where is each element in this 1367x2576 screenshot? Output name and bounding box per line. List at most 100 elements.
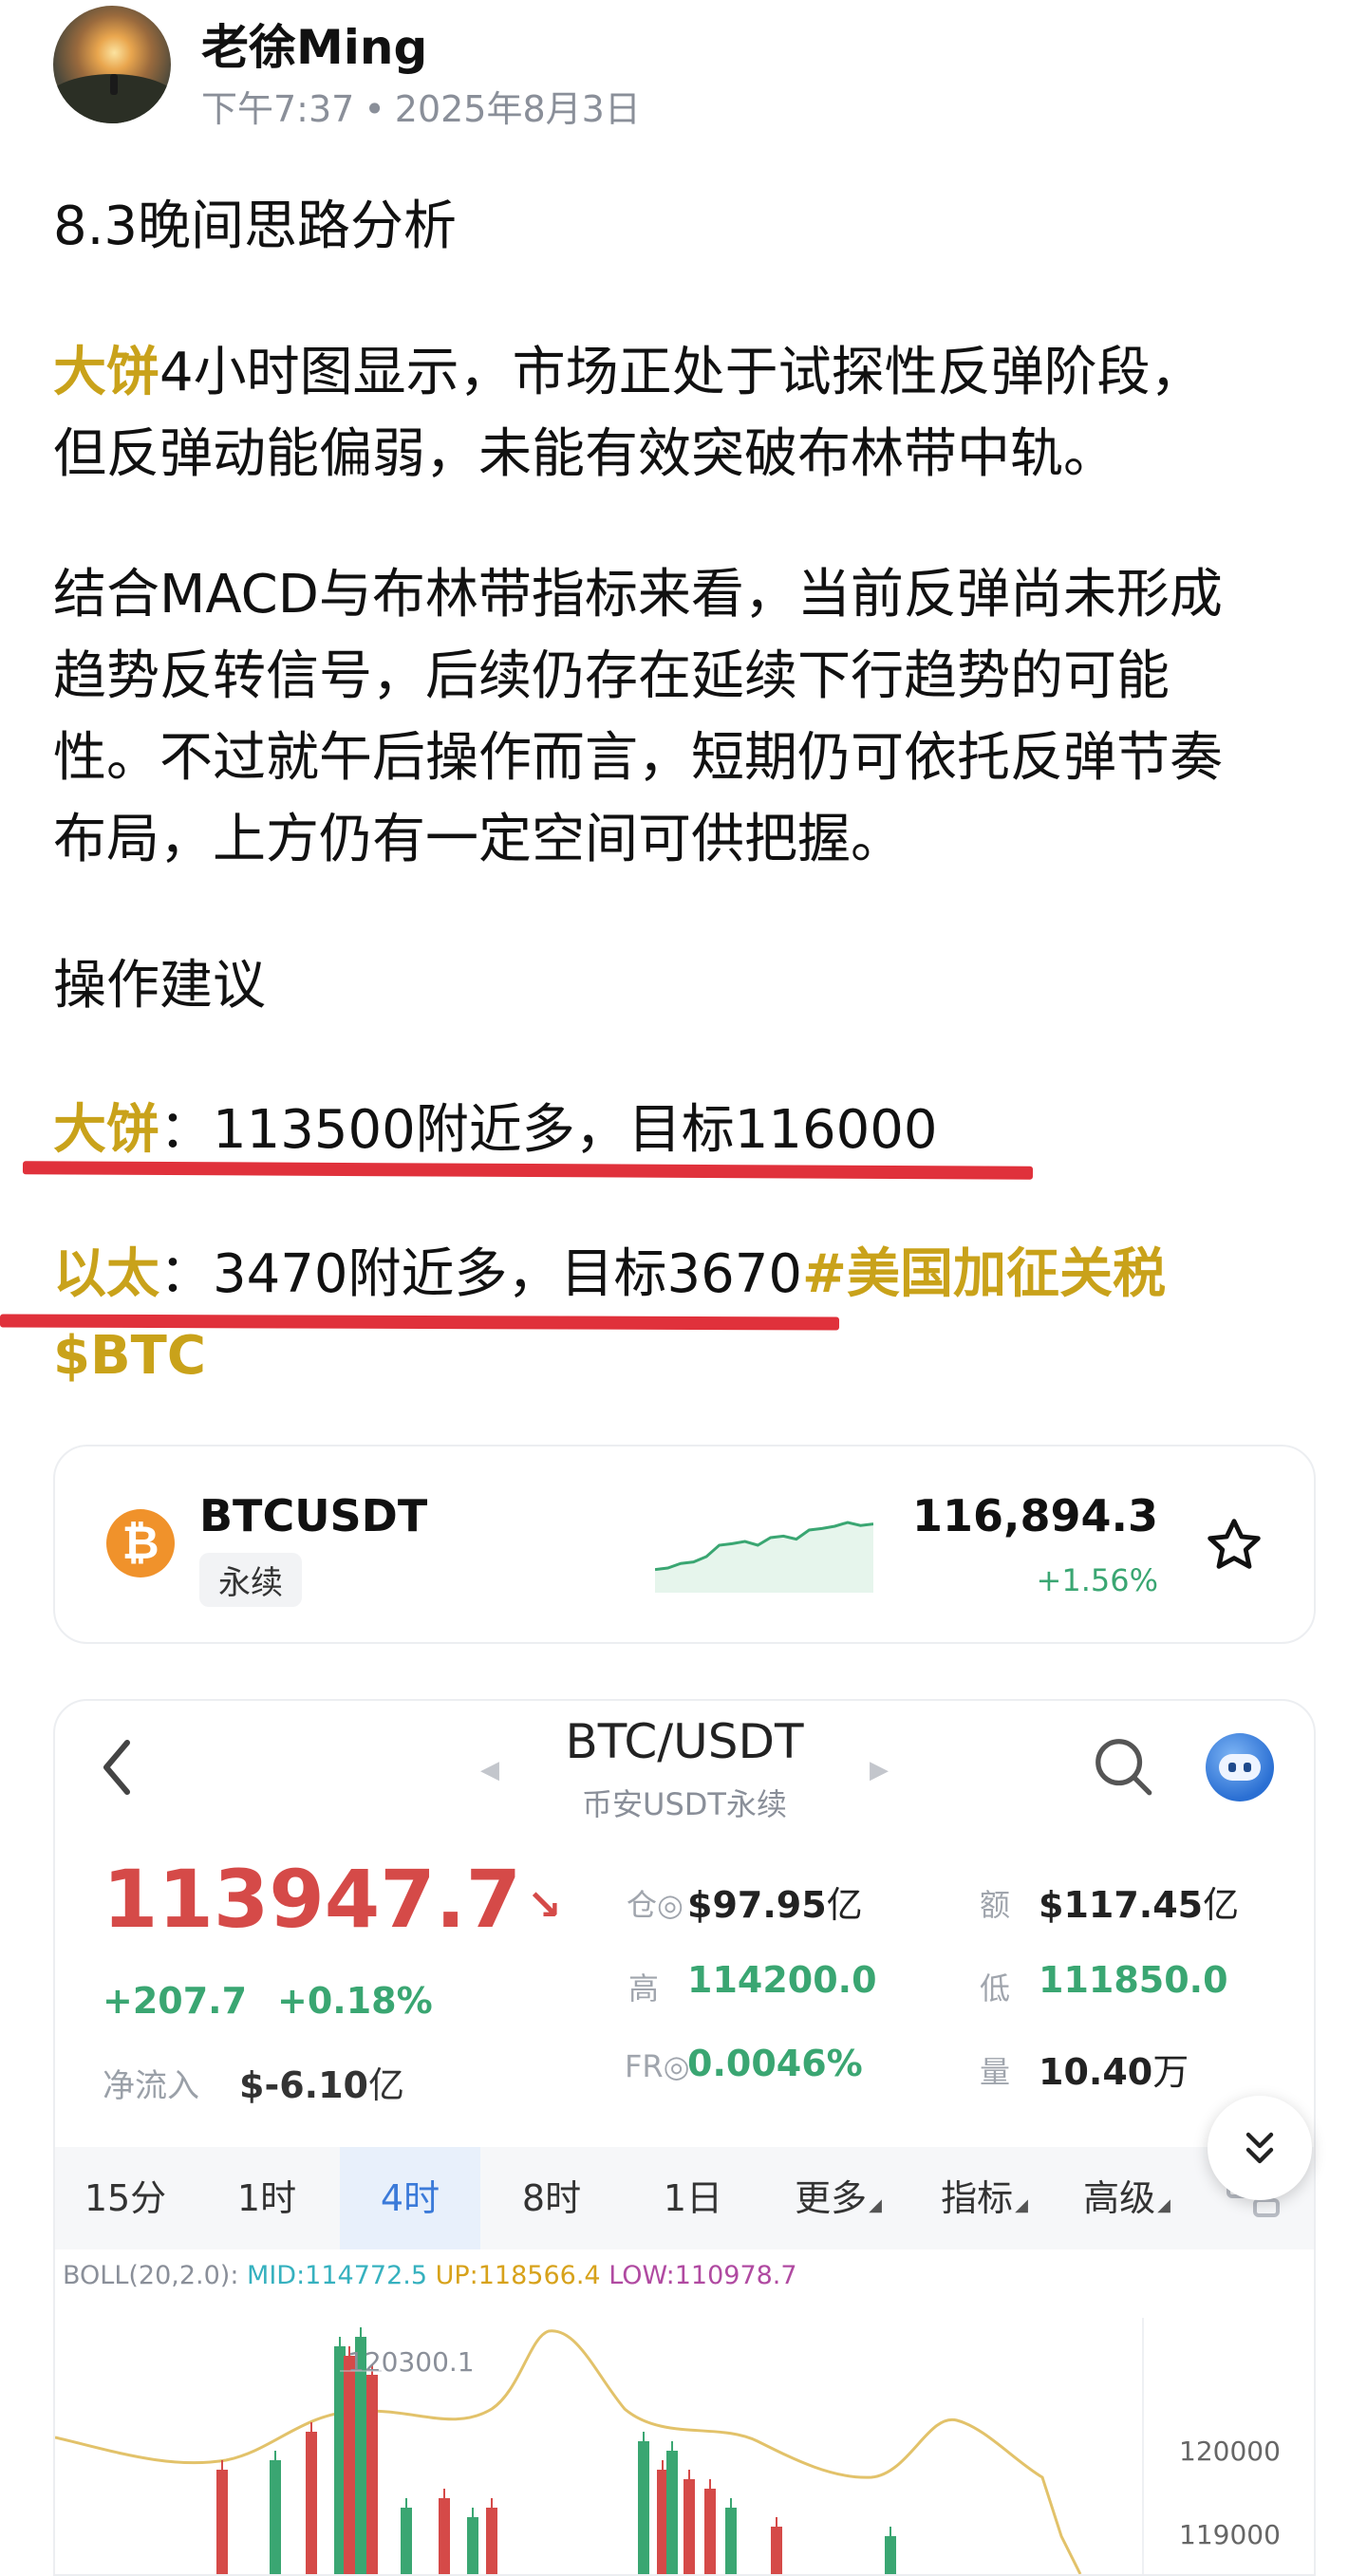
volume-number: 10.40 [1039, 2051, 1153, 2093]
tab-more[interactable]: 更多 ◢ [763, 2147, 913, 2249]
tab-indicators[interactable]: 指标 ◢ [913, 2147, 1056, 2249]
tab-4h[interactable]: 4时 [340, 2147, 480, 2249]
funding-rate-label: FR◎ [625, 2048, 690, 2084]
paragraph-2-line: 结合MACD与布林带指标来看，当前反弹尚未形成 [53, 564, 1223, 625]
cashtag-link[interactable]: $BTC [53, 1325, 206, 1387]
tab-indicators-label: 指标 [941, 2177, 1014, 2219]
candle-body [666, 2451, 678, 2574]
author-avatar[interactable] [53, 6, 171, 123]
btc-highlight: 大饼 [53, 342, 159, 403]
net-inflow-label: 净流入 [103, 2067, 199, 2105]
search-icon[interactable] [1090, 1733, 1156, 1800]
paragraph-1-line-1-text: 4小时图显示，市场正处于试探性反弹阶段， [159, 342, 1204, 403]
candle-body [885, 2536, 896, 2574]
low-value: 111850.0 [1039, 1959, 1228, 2001]
dropdown-icon: ◢ [869, 2195, 882, 2215]
tab-more-label: 更多 [795, 2177, 868, 2219]
boll-upper-band-line [55, 2329, 1082, 2574]
candle-body [638, 2441, 649, 2574]
ticker-change: +1.56% [1036, 1562, 1158, 1598]
post-date: 2025年8月3日 [394, 88, 641, 130]
net-inflow-value: $-6.10亿 [239, 2056, 404, 2108]
bitcoin-icon: ₿ [106, 1509, 175, 1577]
next-pair-arrow-icon[interactable]: ▶ [870, 1756, 889, 1784]
candle-body [216, 2470, 228, 2574]
change-percent: +0.18% [277, 1980, 433, 2022]
scroll-down-button[interactable] [1208, 2096, 1312, 2200]
last-price: 113947.7 ↘ [103, 1853, 562, 1946]
cashtag-line: $BTC [53, 1316, 1316, 1397]
tab-1d[interactable]: 1日 [623, 2147, 763, 2249]
last-price-value: 113947.7 [103, 1853, 522, 1946]
turnover-unit: 亿 [1203, 1884, 1240, 1926]
paragraph-2: 结合MACD与布林带指标来看，当前反弹尚未形成 趋势反转信号，后续仍存在延续下行… [53, 554, 1316, 881]
volume-unit: 万 [1152, 2051, 1189, 2093]
open-interest-number: $97.95 [687, 1884, 827, 1926]
author-name[interactable]: 老徐Ming [201, 9, 427, 78]
tab-8h[interactable]: 8时 [480, 2147, 623, 2249]
post-meta: 下午7:37 • 2025年8月3日 [201, 80, 641, 132]
candle-body [467, 2517, 478, 2574]
boll-label: BOLL(20,2.0): [63, 2261, 239, 2290]
candle-body [704, 2489, 716, 2574]
boll-indicator-legend: BOLL(20,2.0): MID:114772.5 UP:118566.4 L… [63, 2261, 797, 2290]
candle-body [725, 2508, 737, 2574]
funding-rate-value: 0.0046% [687, 2043, 863, 2084]
sparkline-area [655, 1522, 873, 1593]
candle-body [270, 2460, 281, 2574]
turnover-label: 额 [980, 1887, 1011, 1923]
eth-label: 以太 [53, 1243, 159, 1305]
ticker-price: 116,894.3 [912, 1490, 1158, 1541]
boll-up: UP:118566.4 [435, 2261, 601, 2290]
paragraph-1: 大饼4小时图显示，市场正处于试探性反弹阶段， 但反弹动能偏弱，未能有效突破布林带… [53, 332, 1316, 495]
volume-value: 10.40万 [1039, 2043, 1189, 2095]
candle-body [486, 2508, 497, 2574]
paragraph-2-line: 趋势反转信号，后续仍存在延续下行趋势的可能 [53, 645, 1170, 707]
robot-assistant-icon[interactable] [1206, 1733, 1274, 1801]
paragraph-3: 操作建议 [53, 955, 266, 1017]
y-axis-tick: 120000 [1179, 2436, 1281, 2467]
contract-type-badge: 永续 [199, 1553, 302, 1607]
double-chevron-down-icon [1245, 2132, 1274, 2164]
paragraph-1-line-1: 大饼4小时图显示，市场正处于试探性反弹阶段， [53, 332, 1316, 414]
candle-body [344, 2356, 355, 2574]
candle-body [401, 2508, 412, 2574]
hashtag-link[interactable]: #美国加征关税 [802, 1243, 1166, 1305]
boll-low: LOW:110978.7 [609, 2261, 797, 2290]
candlestick-chart[interactable]: 120300.1 120000 119000 [55, 2318, 1314, 2574]
ticker-card[interactable]: ₿ BTCUSDT 永续 116,894.3 +1.56% [53, 1445, 1316, 1644]
avatar-person [110, 74, 118, 95]
paragraph-1-line-2: 但反弹动能偏弱，未能有效突破布林带中轨。 [53, 423, 1116, 485]
robot-face [1219, 1754, 1261, 1781]
tab-15m[interactable]: 15分 [55, 2147, 196, 2249]
robot-eye [1244, 1763, 1251, 1772]
paragraph-2-line: 布局，上方仍有一定空间可供把握。 [53, 809, 904, 870]
chart-panel: ◀ BTC/USDT 币安USDT永续 ▶ 113947.7 ↘ +207.7 +… [53, 1699, 1316, 2576]
btc-text: ：113500附近多，目标116000 [159, 1099, 938, 1161]
post-time: 下午7:37 [201, 88, 355, 130]
peak-price-label: 120300.1 [347, 2346, 475, 2378]
star-icon[interactable] [1204, 1515, 1264, 1576]
robot-eye [1228, 1763, 1236, 1772]
interval-tabs: 15分 1时 4时 8时 1日 更多 ◢ 指标 ◢ 高级 ◢ [55, 2147, 1314, 2249]
ticker-symbol: BTCUSDT [199, 1490, 428, 1541]
candle-body [771, 2527, 782, 2574]
tab-1h[interactable]: 1时 [196, 2147, 338, 2249]
meta-separator: • [364, 88, 385, 130]
open-interest-value: $97.95亿 [687, 1876, 863, 1928]
candle-body [439, 2498, 450, 2574]
candles-group [216, 2327, 896, 2574]
boll-mid: MID:114772.5 [247, 2261, 428, 2290]
high-label: 高 [628, 1970, 660, 2007]
net-inflow-number: $-6.10 [239, 2064, 368, 2106]
volume-label: 量 [980, 2054, 1011, 2090]
tab-advanced-label: 高级 [1083, 2177, 1156, 2219]
y-axis-tick: 119000 [1179, 2519, 1281, 2550]
turnover-number: $117.45 [1039, 1884, 1204, 1926]
eth-suggestion: 以太：3470附近多，目标3670#美国加征关税 [53, 1234, 1316, 1316]
btc-suggestion: 大饼：113500附近多，目标116000 [53, 1090, 1316, 1171]
dropdown-icon: ◢ [1015, 2195, 1028, 2215]
price-down-arrow-icon: ↘ [527, 1880, 562, 1930]
tab-advanced[interactable]: 高级 ◢ [1056, 2147, 1198, 2249]
sparkline-chart [655, 1521, 873, 1593]
